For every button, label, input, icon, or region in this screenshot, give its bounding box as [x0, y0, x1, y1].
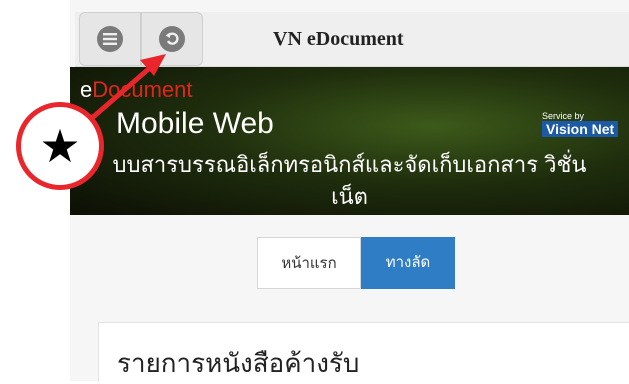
pending-documents-card: รายการหนังสือค้างรับ	[98, 322, 629, 382]
star-icon: ★	[39, 119, 81, 173]
card-title: รายการหนังสือค้างรับ	[117, 348, 360, 378]
back-icon	[159, 26, 185, 52]
brand-logo: eDocument	[80, 77, 193, 103]
banner-subtitle: Mobile Web	[116, 107, 274, 140]
service-by-label: Service by	[542, 111, 585, 121]
top-toolbar: VN eDocument	[75, 12, 629, 67]
back-button[interactable]	[141, 12, 203, 66]
tab-shortcut[interactable]: ทางลัด	[361, 237, 455, 289]
nav-tabs: หน้าแรก ทางลัด	[257, 237, 455, 289]
menu-icon	[97, 26, 123, 52]
tab-home[interactable]: หน้าแรก	[257, 237, 361, 289]
menu-button[interactable]	[79, 12, 141, 66]
annotation-badge: ★	[16, 102, 104, 190]
banner-description-line2: เน็ต	[331, 184, 368, 209]
brand-prefix: e	[80, 77, 93, 102]
header-banner: eDocument Mobile Web Service by Vision N…	[70, 67, 629, 215]
page-title: VN eDocument	[273, 28, 404, 50]
banner-description: บบสารบรรณอิเล็กทรอนิกส์และจัดเก็บเอกสาร …	[70, 149, 629, 213]
vendor-logo: Vision Net	[542, 121, 619, 137]
banner-description-line1: บบสารบรรณอิเล็กทรอนิกส์และจัดเก็บเอกสาร …	[112, 152, 587, 177]
brand-suffix: Document	[92, 77, 193, 102]
